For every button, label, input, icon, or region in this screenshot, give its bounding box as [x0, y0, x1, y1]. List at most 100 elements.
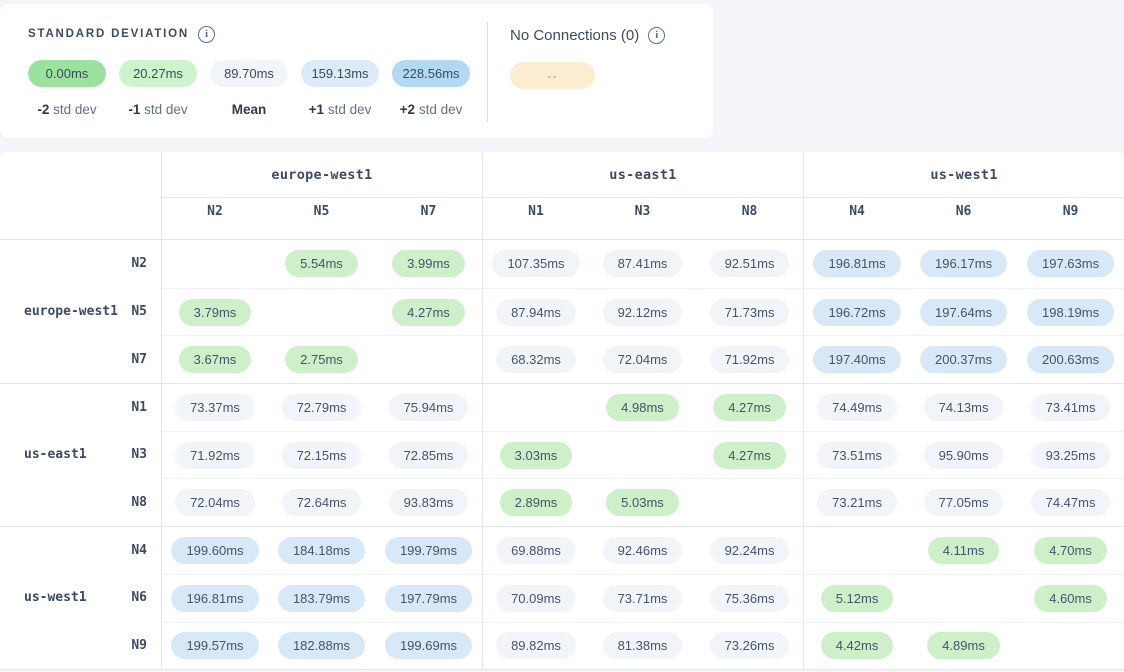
latency-value-pill[interactable]: 5.54ms [285, 250, 358, 277]
legend-stop: 89.70msMean [210, 60, 288, 117]
latency-value-pill[interactable]: 196.81ms [813, 250, 900, 277]
latency-value-pill[interactable]: 200.63ms [1027, 346, 1114, 373]
latency-value-pill[interactable]: 87.41ms [603, 250, 683, 277]
latency-value-pill[interactable]: 74.13ms [924, 394, 1004, 421]
latency-value-pill[interactable]: 73.26ms [710, 632, 790, 659]
legend-stop: 159.13ms+1 std dev [301, 60, 379, 117]
latency-value-pill[interactable]: 74.47ms [1031, 489, 1111, 516]
latency-value-pill[interactable]: 2.75ms [285, 346, 358, 373]
latency-cell: 4.60ms [1017, 574, 1124, 622]
latency-value-pill[interactable]: 72.15ms [282, 442, 362, 469]
latency-value-pill[interactable]: 199.69ms [385, 632, 472, 659]
latency-value-pill[interactable]: 75.94ms [389, 394, 469, 421]
latency-value-pill[interactable]: 75.36ms [710, 585, 790, 612]
column-node-header: N7 [375, 198, 482, 240]
latency-value-pill[interactable]: 4.98ms [606, 394, 679, 421]
latency-value-pill[interactable]: 72.04ms [603, 346, 683, 373]
latency-cell: 196.17ms [910, 240, 1017, 288]
latency-matrix-card: europe-west1us-east1us-west1N2N5N7N1N3N8… [0, 152, 1124, 670]
latency-value-pill[interactable]: 4.89ms [927, 632, 1000, 659]
latency-value-pill[interactable]: 199.60ms [171, 537, 258, 564]
latency-value-pill[interactable]: 4.11ms [928, 537, 1000, 564]
latency-value-pill[interactable]: 70.09ms [496, 585, 576, 612]
latency-cell: 197.63ms [1017, 240, 1124, 288]
legend-stop-label: Mean [232, 102, 267, 117]
latency-value-pill[interactable]: 4.60ms [1034, 585, 1107, 612]
latency-value-pill[interactable]: 72.85ms [389, 442, 469, 469]
latency-value-pill[interactable]: 72.79ms [282, 394, 362, 421]
latency-value-pill[interactable]: 71.92ms [175, 442, 255, 469]
latency-value-pill[interactable]: 92.24ms [710, 537, 790, 564]
latency-cell: 198.19ms [1017, 288, 1124, 336]
latency-value-pill[interactable]: 93.83ms [389, 489, 469, 516]
latency-cell: 196.81ms [803, 240, 910, 288]
latency-value-pill[interactable]: 73.41ms [1031, 394, 1111, 421]
latency-cell: 4.27ms [696, 431, 803, 479]
matrix-row: N25.54ms3.99ms107.35ms87.41ms92.51ms196.… [0, 240, 1124, 288]
latency-value-pill[interactable]: 3.79ms [179, 299, 252, 326]
row-group-us-east1: N173.37ms72.79ms75.94ms4.98ms4.27ms74.49… [0, 383, 1124, 526]
latency-value-pill[interactable]: 93.25ms [1031, 442, 1111, 469]
latency-value-pill[interactable]: 92.51ms [710, 250, 790, 277]
latency-cell: 69.88ms [482, 526, 589, 574]
no-connections-title: No Connections (0) [510, 27, 639, 44]
latency-value-pill[interactable]: 77.05ms [924, 489, 1004, 516]
matrix-row: europe-west1N5 3.79ms 4.27ms 87.94ms 92.12ms… [0, 288, 1124, 336]
latency-value-pill[interactable]: 107.35ms [492, 250, 579, 277]
row-region-label: us-west1 [24, 590, 87, 605]
latency-value-pill[interactable]: 87.94ms [496, 299, 576, 326]
legend-stop-label: +1 std dev [309, 102, 372, 117]
column-node-header: N2 [161, 198, 268, 240]
latency-value-pill[interactable]: 72.04ms [175, 489, 255, 516]
latency-value-pill[interactable]: 4.27ms [713, 394, 786, 421]
latency-value-pill[interactable]: 81.38ms [603, 632, 683, 659]
latency-value-pill[interactable]: 5.12ms [821, 585, 894, 612]
latency-value-pill[interactable]: 4.42ms [821, 632, 894, 659]
latency-value-pill[interactable]: 182.88ms [278, 632, 365, 659]
latency-value-pill[interactable]: 4.27ms [392, 299, 465, 326]
latency-value-pill[interactable]: 95.90ms [924, 442, 1004, 469]
latency-cell: 197.64ms [910, 288, 1017, 336]
latency-cell: 4.42ms [803, 622, 910, 670]
latency-value-pill[interactable]: 196.81ms [171, 585, 258, 612]
info-icon[interactable]: i [648, 27, 665, 44]
latency-value-pill[interactable]: 71.92ms [710, 346, 790, 373]
latency-value-pill[interactable]: 184.18ms [278, 537, 365, 564]
latency-value-pill[interactable]: 196.72ms [813, 299, 900, 326]
latency-value-pill[interactable]: 4.70ms [1034, 537, 1107, 564]
latency-value-pill[interactable]: 196.17ms [920, 250, 1007, 277]
latency-value-pill[interactable]: 200.37ms [920, 346, 1007, 373]
latency-cell: 77.05ms [910, 478, 1017, 526]
latency-cell: 89.82ms [482, 622, 589, 670]
latency-value-pill[interactable]: 2.89ms [500, 489, 573, 516]
std-deviation-legend-card: STANDARD DEVIATION i 0.00ms-2 std dev20.… [0, 4, 713, 138]
latency-value-pill[interactable]: 69.88ms [496, 537, 576, 564]
latency-value-pill[interactable]: 73.21ms [817, 489, 897, 516]
latency-cell: 200.63ms [1017, 335, 1124, 383]
latency-value-pill[interactable]: 3.03ms [500, 442, 573, 469]
row-label-cell: europe-west1N5 [0, 288, 161, 336]
latency-value-pill[interactable]: 73.51ms [817, 442, 897, 469]
latency-value-pill[interactable]: 4.27ms [713, 442, 786, 469]
latency-value-pill[interactable]: 89.82ms [496, 632, 576, 659]
latency-value-pill[interactable]: 73.71ms [603, 585, 683, 612]
latency-value-pill[interactable]: 73.37ms [175, 394, 255, 421]
info-icon[interactable]: i [198, 26, 215, 43]
latency-value-pill[interactable]: 183.79ms [278, 585, 365, 612]
latency-value-pill[interactable]: 72.64ms [282, 489, 362, 516]
latency-value-pill[interactable]: 92.12ms [603, 299, 683, 326]
latency-value-pill[interactable]: 197.64ms [920, 299, 1007, 326]
latency-value-pill[interactable]: 3.99ms [392, 250, 465, 277]
latency-value-pill[interactable]: 199.57ms [171, 632, 258, 659]
latency-value-pill[interactable]: 197.79ms [385, 585, 472, 612]
latency-value-pill[interactable]: 197.40ms [813, 346, 900, 373]
latency-value-pill[interactable]: 197.63ms [1027, 250, 1114, 277]
latency-value-pill[interactable]: 199.79ms [385, 537, 472, 564]
latency-value-pill[interactable]: 198.19ms [1027, 299, 1114, 326]
latency-value-pill[interactable]: 68.32ms [496, 346, 576, 373]
latency-value-pill[interactable]: 74.49ms [817, 394, 897, 421]
latency-value-pill[interactable]: 92.46ms [603, 537, 683, 564]
latency-value-pill[interactable]: 71.73ms [710, 299, 790, 326]
latency-value-pill[interactable]: 5.03ms [606, 489, 679, 516]
latency-value-pill[interactable]: 3.67ms [179, 346, 252, 373]
